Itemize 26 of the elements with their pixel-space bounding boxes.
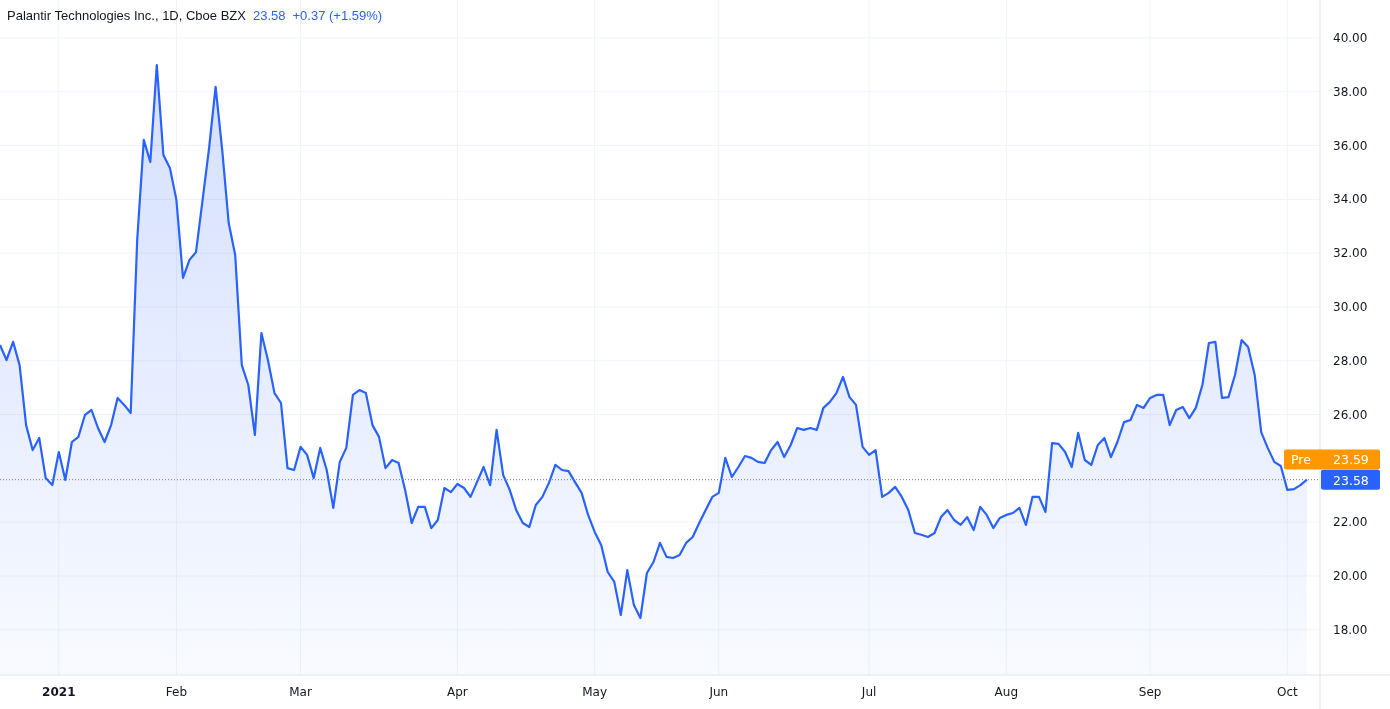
axis-label: Oct: [1276, 685, 1298, 699]
axis-label: 28.00: [1333, 353, 1368, 368]
axis-label: 2021: [42, 685, 76, 699]
axis-label: May: [582, 685, 608, 699]
axis-label: 36.00: [1333, 138, 1368, 153]
axis-label: 18.00: [1333, 622, 1368, 637]
symbol-title: Palantir Technologies Inc., 1D, Cboe BZX: [7, 8, 246, 23]
axis-label: 38.00: [1333, 84, 1368, 99]
last-price-tag: 23.58: [1321, 469, 1380, 490]
axis-label: Sep: [1138, 685, 1162, 699]
price-change: +0.37 (+1.59%): [292, 8, 383, 23]
axis-label: 20.00: [1333, 569, 1368, 583]
axis-label: Jun: [709, 685, 729, 699]
axis-label: 30.00: [1333, 299, 1368, 314]
last-price: 23.58: [252, 8, 286, 23]
axis-label: 32.00: [1333, 246, 1368, 261]
axis-label: Mar: [289, 685, 312, 699]
axis-label: 40.00: [1333, 30, 1368, 45]
axis-label: 34.00: [1333, 192, 1368, 207]
axis-label: 22.00: [1333, 515, 1368, 530]
axis-label: Apr: [447, 685, 468, 699]
axis-label: 26.00: [1333, 407, 1368, 422]
axis-label: Jul: [861, 685, 877, 699]
axis-label: Feb: [165, 685, 188, 699]
axis-label: Aug: [994, 685, 1019, 699]
pre-market-tag: Pre 23.59: [1284, 449, 1380, 470]
